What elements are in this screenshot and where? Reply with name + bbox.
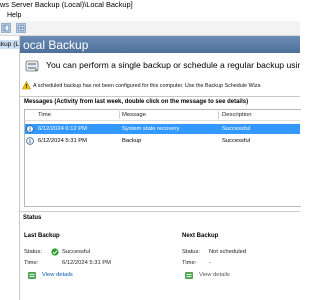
intro-section: You can perform a single backup or sched… (24, 57, 300, 77)
row-description: Successful (222, 138, 251, 144)
column-header-message[interactable]: Message (122, 110, 146, 120)
title-bar: ws Server Backup (Local)\Local Backup] (0, 0, 300, 10)
messages-title: Messages (Activity from last week, doubl… (24, 99, 249, 105)
details-icon (185, 272, 193, 279)
column-divider[interactable] (218, 111, 219, 119)
intro-text: You can perform a single backup or sched… (46, 60, 300, 70)
status-section-header: Status (20, 211, 300, 222)
header-divider (25, 120, 300, 121)
row-time: 6/12/2024 6:12 PM (38, 126, 87, 132)
info-icon (26, 125, 34, 133)
show-hide-tree-button[interactable] (1, 23, 11, 33)
column-header-description[interactable]: Description (222, 110, 251, 120)
row-time: 6/12/2024 5:31 PM (38, 138, 87, 144)
last-backup-time-value: 6/12/2024 5:31 PM (62, 260, 111, 266)
success-icon (51, 248, 59, 256)
page-header: ocal Backup (20, 36, 300, 53)
backup-drive-icon (25, 60, 39, 72)
tree-item-label: ckup (L (0, 41, 19, 48)
tree-icon (2, 24, 10, 32)
next-backup-time-label: Time: (182, 260, 197, 266)
next-backup-time-value: - (209, 260, 211, 266)
warning-icon (22, 81, 31, 90)
row-description: Successful (222, 126, 251, 132)
menu-help[interactable]: Help (7, 10, 21, 21)
details-icon (28, 272, 36, 279)
last-backup-status-label: Status: (24, 249, 43, 255)
row-message: System state recovery (122, 126, 180, 132)
next-backup-status-label: Status: (182, 249, 201, 255)
window-title: ws Server Backup (Local)\Local Backup] (0, 0, 133, 9)
last-backup-title: Last Backup (24, 233, 60, 239)
last-backup-status-value: Successful (62, 249, 91, 255)
last-backup-view-details-link[interactable]: View details (42, 271, 73, 280)
status-title: Status (23, 215, 42, 221)
next-backup-title: Next Backup (182, 233, 219, 239)
tree-item-local-backup[interactable]: ckup (L (0, 40, 19, 49)
column-header-time[interactable]: Time (38, 110, 51, 120)
view-options-button[interactable] (16, 23, 26, 33)
navigation-tree[interactable] (0, 36, 20, 300)
table-row[interactable]: 6/12/2024 6:12 PM System state recovery … (25, 124, 300, 134)
info-icon (26, 137, 34, 145)
menu-bar: Help (0, 10, 300, 20)
table-row[interactable]: 6/12/2024 5:31 PM Backup Successful (25, 136, 300, 146)
last-backup-time-label: Time: (24, 260, 39, 266)
toolbar (0, 21, 300, 36)
next-backup-view-details-link[interactable]: View details (199, 271, 230, 280)
row-message: Backup (122, 138, 142, 144)
warning-banner: A scheduled backup has not been configur… (20, 80, 300, 93)
page-title: ocal Backup (23, 38, 89, 52)
grid-icon (17, 24, 25, 32)
warning-text: A scheduled backup has not been configur… (33, 83, 261, 89)
column-divider[interactable] (119, 111, 120, 119)
next-backup-status-value: Not scheduled (209, 249, 247, 255)
